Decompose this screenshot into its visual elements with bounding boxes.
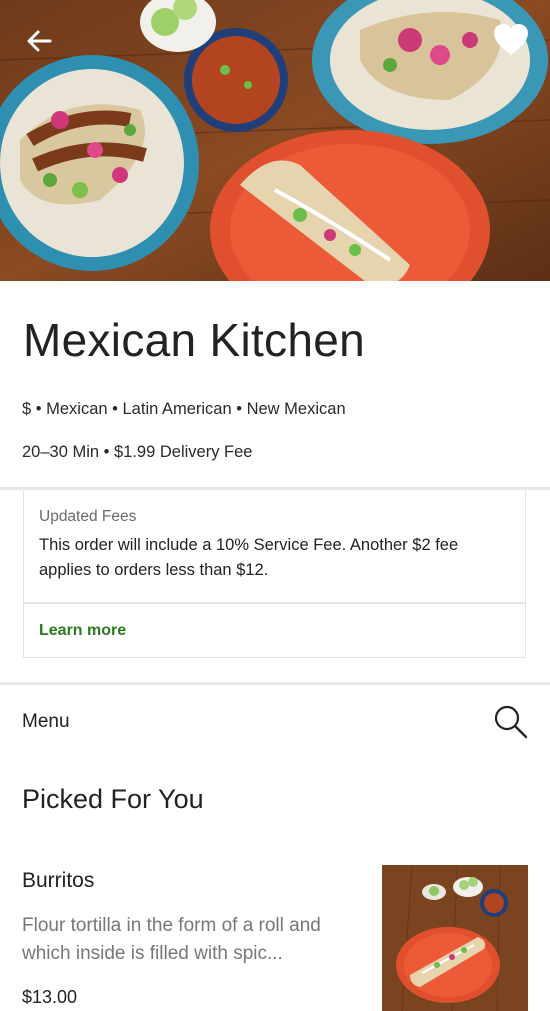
fees-body-text: This order will include a 10% Service Fe… <box>39 536 459 579</box>
menu-item-image <box>382 865 528 1011</box>
heart-icon <box>494 24 528 55</box>
fees-heading: Updated Fees <box>39 508 137 525</box>
back-button[interactable] <box>22 24 56 58</box>
hero-food-illustration <box>0 0 550 281</box>
restaurant-name: Mexican Kitchen <box>23 314 365 366</box>
search-icon <box>494 705 528 739</box>
menu-item[interactable]: Burritos Flour tortilla in the form of a… <box>0 860 550 1011</box>
section-divider <box>0 682 550 685</box>
menu-item-name: Burritos <box>22 869 95 892</box>
section-title: Picked For You <box>22 784 204 814</box>
learn-more-link[interactable]: Learn more <box>39 622 126 640</box>
hero-image <box>0 0 550 281</box>
menu-item-price: $13.00 <box>22 987 78 1007</box>
fees-separator <box>24 602 525 604</box>
menu-label[interactable]: Menu <box>22 711 70 733</box>
arrow-left-icon <box>27 30 52 52</box>
search-button[interactable] <box>492 703 530 741</box>
favorite-button[interactable] <box>492 22 530 58</box>
delivery-info: 20–30 Min • $1.99 Delivery Fee <box>22 443 253 461</box>
restaurant-categories: $ • Mexican • Latin American • New Mexic… <box>22 400 346 418</box>
menu-item-description: Flour tortilla in the form of a roll and… <box>22 915 321 964</box>
burrito-photo <box>382 865 528 1011</box>
fees-notice-card: Updated Fees This order will include a 1… <box>23 490 526 658</box>
